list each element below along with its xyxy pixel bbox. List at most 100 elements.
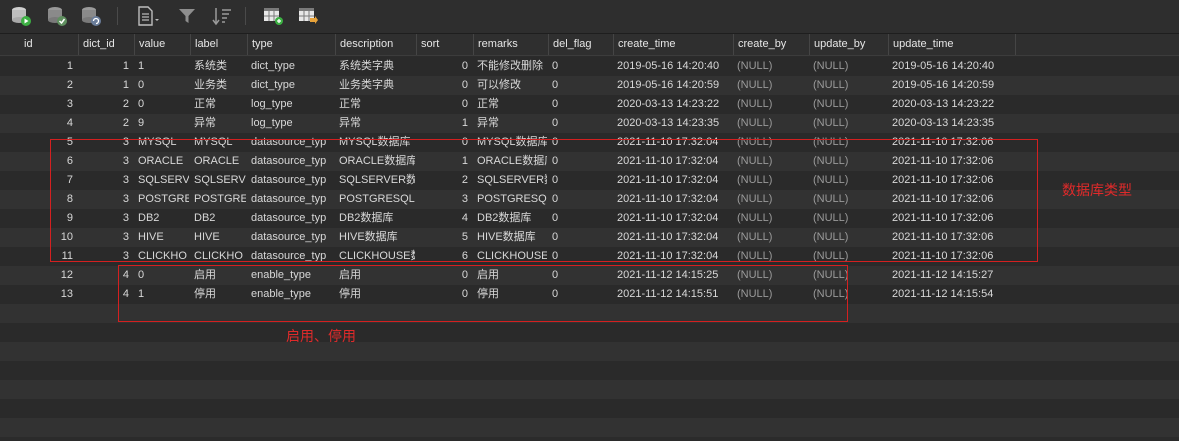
cell-sort[interactable]: 0	[417, 57, 472, 76]
cell-del-flag[interactable]: 0	[549, 133, 612, 152]
cell-del-flag[interactable]: 0	[549, 228, 612, 247]
table-row[interactable]: 12 4 0 启用 enable_type 启用 0 启用 0 2021-11-12 14:15:…	[0, 266, 1179, 285]
cell-sort[interactable]: 0	[417, 76, 472, 95]
cell-sort[interactable]: 5	[417, 228, 472, 247]
cell-update-time[interactable]: 2021-11-10 17:32:06	[889, 247, 1014, 266]
cell-update-time[interactable]: 2021-11-10 17:32:06	[889, 190, 1014, 209]
cell-remarks[interactable]: 异常	[474, 114, 547, 133]
cell-id[interactable]: 2	[20, 76, 77, 95]
cell-description[interactable]: POSTGRESQL	[336, 190, 415, 209]
cell-remarks[interactable]: 不能修改删除	[474, 57, 547, 76]
cell-type[interactable]: datasource_typ	[248, 228, 334, 247]
column-header-value[interactable]: value	[135, 34, 191, 55]
cell-value[interactable]: MYSQL	[135, 133, 189, 152]
cell-update-time[interactable]: 2021-11-10 17:32:06	[889, 152, 1014, 171]
cell-del-flag[interactable]: 0	[549, 76, 612, 95]
cell-sort[interactable]: 0	[417, 95, 472, 114]
cell-type[interactable]: enable_type	[248, 285, 334, 304]
table-row[interactable]: 3 2 0 正常 log_type 正常 0 正常 0 2020-03-13 14:23:22 (N…	[0, 95, 1179, 114]
cell-update-time[interactable]: 2020-03-13 14:23:22	[889, 95, 1014, 114]
cell-id[interactable]: 1	[20, 57, 77, 76]
table-row[interactable]: 9 3 DB2 DB2 datasource_typ DB2数据库 4 DB2数据库 0 2021…	[0, 209, 1179, 228]
cell-dict-id[interactable]: 3	[79, 247, 133, 266]
cell-type[interactable]: dict_type	[248, 76, 334, 95]
cell-update-time[interactable]: 2019-05-16 14:20:59	[889, 76, 1014, 95]
cell-create-time[interactable]: 2021-11-10 17:32:04	[614, 190, 732, 209]
cell-value[interactable]: ORACLE	[135, 152, 189, 171]
cell-create-time[interactable]: 2021-11-12 14:15:51	[614, 285, 732, 304]
cell-dict-id[interactable]: 3	[79, 228, 133, 247]
cell-update-by[interactable]: (NULL)	[810, 95, 887, 114]
cell-remarks[interactable]: DB2数据库	[474, 209, 547, 228]
cell-dict-id[interactable]: 4	[79, 266, 133, 285]
cell-id[interactable]: 7	[20, 171, 77, 190]
cell-label[interactable]: 启用	[191, 266, 246, 285]
cell-create-by[interactable]: (NULL)	[734, 190, 808, 209]
cell-dict-id[interactable]: 2	[79, 95, 133, 114]
cell-remarks[interactable]: 正常	[474, 95, 547, 114]
cell-update-by[interactable]: (NULL)	[810, 209, 887, 228]
column-header-update-time[interactable]: update_time	[889, 34, 1016, 55]
table-row[interactable]: 6 3 ORACLE ORACLE datasource_typ ORACLE数据库 1 OR…	[0, 152, 1179, 171]
cell-description[interactable]: 正常	[336, 95, 415, 114]
db-refresh-icon[interactable]	[80, 5, 102, 27]
cell-update-by[interactable]: (NULL)	[810, 285, 887, 304]
cell-sort[interactable]: 6	[417, 247, 472, 266]
cell-description[interactable]: CLICKHOUSE数据库	[336, 247, 415, 266]
cell-create-time[interactable]: 2021-11-10 17:32:04	[614, 228, 732, 247]
grid-export-icon[interactable]	[297, 5, 319, 27]
cell-label[interactable]: HIVE	[191, 228, 246, 247]
cell-sort[interactable]: 0	[417, 285, 472, 304]
cell-description[interactable]: 业务类字典	[336, 76, 415, 95]
column-header-update-by[interactable]: update_by	[810, 34, 889, 55]
cell-id[interactable]: 4	[20, 114, 77, 133]
cell-sort[interactable]: 1	[417, 114, 472, 133]
cell-create-by[interactable]: (NULL)	[734, 209, 808, 228]
cell-create-by[interactable]: (NULL)	[734, 266, 808, 285]
cell-del-flag[interactable]: 0	[549, 152, 612, 171]
cell-remarks[interactable]: 停用	[474, 285, 547, 304]
cell-value[interactable]: 1	[135, 285, 189, 304]
cell-dict-id[interactable]: 3	[79, 209, 133, 228]
cell-type[interactable]: datasource_typ	[248, 133, 334, 152]
cell-label[interactable]: 停用	[191, 285, 246, 304]
cell-type[interactable]: datasource_typ	[248, 247, 334, 266]
cell-update-by[interactable]: (NULL)	[810, 247, 887, 266]
cell-create-time[interactable]: 2020-03-13 14:23:35	[614, 114, 732, 133]
cell-remarks[interactable]: POSTGRESQL	[474, 190, 547, 209]
cell-create-time[interactable]: 2021-11-10 17:32:04	[614, 152, 732, 171]
cell-update-time[interactable]: 2021-11-10 17:32:06	[889, 228, 1014, 247]
cell-label[interactable]: SQLSERV	[191, 171, 246, 190]
cell-label[interactable]: 正常	[191, 95, 246, 114]
cell-dict-id[interactable]: 3	[79, 190, 133, 209]
column-header-sort[interactable]: sort	[417, 34, 474, 55]
column-header-create-time[interactable]: create_time	[614, 34, 734, 55]
cell-del-flag[interactable]: 0	[549, 209, 612, 228]
cell-create-by[interactable]: (NULL)	[734, 95, 808, 114]
cell-create-time[interactable]: 2021-11-10 17:32:04	[614, 133, 732, 152]
cell-remarks[interactable]: CLICKHOUSE数据库	[474, 247, 547, 266]
cell-description[interactable]: 启用	[336, 266, 415, 285]
column-header-description[interactable]: description	[336, 34, 417, 55]
table-row[interactable]: 4 2 9 异常 log_type 异常 1 异常 0 2020-03-13 14:23:35 (N…	[0, 114, 1179, 133]
cell-update-time[interactable]: 2021-11-10 17:32:06	[889, 209, 1014, 228]
cell-label[interactable]: 业务类	[191, 76, 246, 95]
cell-create-time[interactable]: 2021-11-12 14:15:25	[614, 266, 732, 285]
cell-dict-id[interactable]: 2	[79, 114, 133, 133]
document-icon[interactable]	[136, 5, 162, 27]
cell-remarks[interactable]: 启用	[474, 266, 547, 285]
cell-del-flag[interactable]: 0	[549, 95, 612, 114]
cell-update-by[interactable]: (NULL)	[810, 152, 887, 171]
table-row[interactable]: 11 3 CLICKHO CLICKHO datasource_typ CLICKHOUS…	[0, 247, 1179, 266]
db-start-icon[interactable]	[10, 5, 32, 27]
cell-create-time[interactable]: 2019-05-16 14:20:59	[614, 76, 732, 95]
cell-id[interactable]: 8	[20, 190, 77, 209]
column-header-remarks[interactable]: remarks	[474, 34, 549, 55]
cell-label[interactable]: 系统类	[191, 57, 246, 76]
cell-del-flag[interactable]: 0	[549, 285, 612, 304]
cell-create-by[interactable]: (NULL)	[734, 285, 808, 304]
cell-value[interactable]: SQLSERV	[135, 171, 189, 190]
cell-id[interactable]: 9	[20, 209, 77, 228]
cell-type[interactable]: datasource_typ	[248, 209, 334, 228]
cell-update-time[interactable]: 2020-03-13 14:23:35	[889, 114, 1014, 133]
